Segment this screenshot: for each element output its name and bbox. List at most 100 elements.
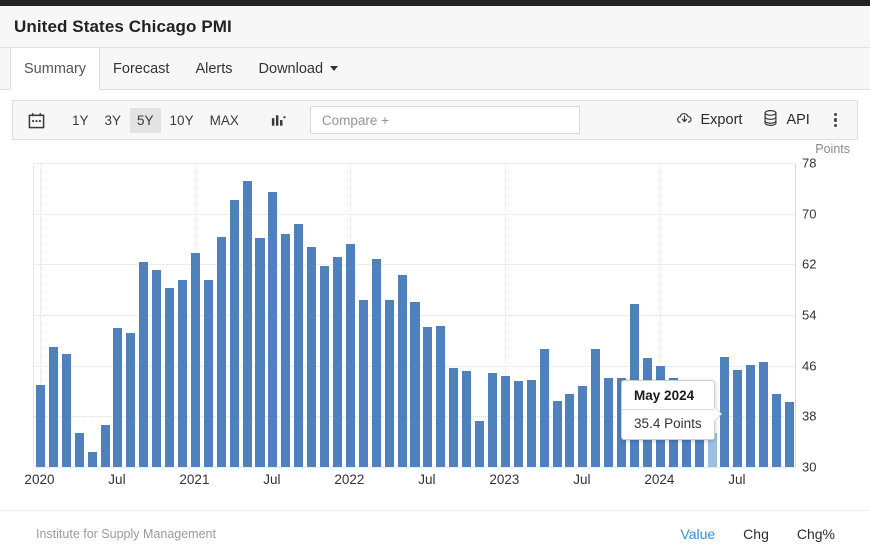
chart-bar[interactable] xyxy=(74,432,84,467)
tab-alerts[interactable]: Alerts xyxy=(182,48,245,89)
chart-bar[interactable] xyxy=(410,302,420,467)
chart-bar[interactable] xyxy=(242,180,252,467)
x-axis-tick-label: Jul xyxy=(728,472,746,487)
tab-forecast[interactable]: Forecast xyxy=(100,48,182,89)
chart-bar[interactable] xyxy=(720,356,730,467)
kebab-dot xyxy=(833,118,837,122)
chart-bar[interactable] xyxy=(216,237,226,467)
x-axis-tick-label: 2024 xyxy=(644,472,675,487)
chart-bar[interactable] xyxy=(785,402,795,467)
compare-input[interactable]: Compare + xyxy=(309,106,580,134)
chart-bar[interactable] xyxy=(320,265,330,467)
chart-bar[interactable] xyxy=(307,247,317,467)
y-axis-tick-label: 54 xyxy=(802,307,817,323)
range-button-3y[interactable]: 3Y xyxy=(98,108,129,133)
chart-bar[interactable] xyxy=(371,258,381,467)
chart-bar[interactable] xyxy=(100,425,110,467)
chart-bar[interactable] xyxy=(126,332,136,467)
export-label: Export xyxy=(700,112,743,128)
chart-bar[interactable] xyxy=(332,257,343,467)
x-axis-tick-label: Jul xyxy=(263,472,281,487)
chart-bar[interactable] xyxy=(48,346,58,467)
tab-summary[interactable]: Summary xyxy=(10,48,101,90)
chart-bar[interactable] xyxy=(281,233,291,467)
export-button[interactable]: Export xyxy=(665,105,753,136)
range-button-1y[interactable]: 1Y xyxy=(65,108,96,133)
chart-bar[interactable] xyxy=(513,380,523,467)
chart-bar[interactable] xyxy=(294,223,304,467)
chart-bar[interactable] xyxy=(61,354,71,467)
tab-label: Download xyxy=(258,60,324,77)
chart-bar[interactable] xyxy=(733,370,743,467)
range-button-5y[interactable]: 5Y xyxy=(130,107,161,133)
y-axis-tick-label: 38 xyxy=(802,408,817,424)
chart-bar[interactable] xyxy=(746,365,756,467)
chart-bar[interactable] xyxy=(462,370,472,467)
chart-bar[interactable] xyxy=(255,238,265,467)
kebab-dot xyxy=(833,124,837,128)
chart-bar[interactable] xyxy=(35,385,45,467)
chart-tooltip: May 2024 35.4 Points xyxy=(621,380,721,440)
cloud-download-icon xyxy=(675,109,694,132)
chart-bar[interactable] xyxy=(526,379,536,467)
chart-bar[interactable] xyxy=(436,326,446,467)
chart-bar[interactable] xyxy=(139,261,149,467)
chart-bar[interactable] xyxy=(487,372,497,467)
chart-bar[interactable] xyxy=(500,376,510,467)
chart-unit-label: Points xyxy=(815,142,850,156)
chart-bar[interactable] xyxy=(229,200,239,467)
kebab-dot xyxy=(833,112,837,116)
calendar-icon[interactable] xyxy=(21,106,51,134)
y-axis-tick-label: 62 xyxy=(802,256,817,272)
range-button-max[interactable]: MAX xyxy=(203,108,246,133)
chart-bar[interactable] xyxy=(87,452,97,467)
chart-bar[interactable] xyxy=(759,361,769,467)
chart-bar[interactable] xyxy=(591,348,601,467)
chart-bar[interactable] xyxy=(178,280,188,467)
chart-bar[interactable] xyxy=(423,327,433,467)
tab-label: Forecast xyxy=(113,60,170,77)
chart-bar[interactable] xyxy=(113,328,123,467)
chart-container: Points 78 70 62 54 46 38 30 2020 Jul 2021 Jul 2022… xyxy=(12,140,858,500)
chart-bar[interactable] xyxy=(539,349,549,467)
chart-bar[interactable] xyxy=(578,385,588,467)
chart-bar[interactable] xyxy=(358,300,368,467)
chart-bar[interactable] xyxy=(384,299,394,467)
title-bar: United States Chicago PMI xyxy=(0,6,870,48)
chart-bar[interactable] xyxy=(552,401,562,467)
chart-bar[interactable] xyxy=(203,280,213,467)
chevron-down-icon xyxy=(330,66,339,71)
y-axis-tick-label: 70 xyxy=(802,206,817,222)
tab-bar: Summary Forecast Alerts Download xyxy=(0,48,870,90)
chart-bar[interactable] xyxy=(190,252,200,467)
chart-bar[interactable] xyxy=(165,288,175,467)
tooltip-arrow xyxy=(713,407,721,421)
tooltip-divider xyxy=(622,409,714,410)
tab-download[interactable]: Download xyxy=(246,48,352,89)
footer-tab-value[interactable]: Value xyxy=(669,521,726,547)
chart-toolbar: 1Y 3Y 5Y 10Y MAX Compare + Export API xyxy=(12,100,858,140)
chart-bar[interactable] xyxy=(565,394,575,467)
x-axis-tick-label: Jul xyxy=(573,472,591,487)
tab-label: Summary xyxy=(24,60,87,77)
database-icon xyxy=(762,109,779,131)
api-button[interactable]: API xyxy=(752,105,819,135)
x-axis-tick-label: Jul xyxy=(418,472,436,487)
x-axis-tick-label: 2022 xyxy=(334,472,365,487)
chart-bar[interactable] xyxy=(475,421,485,467)
footer-tab-chg[interactable]: Chg xyxy=(732,521,780,547)
chart-bar[interactable] xyxy=(772,393,782,467)
chart-bar[interactable] xyxy=(345,244,355,467)
kebab-menu-icon[interactable] xyxy=(820,107,849,134)
footer-tab-chg-pct[interactable]: Chg% xyxy=(786,521,846,547)
chart-bar[interactable] xyxy=(152,270,162,467)
chart-bar[interactable] xyxy=(397,275,407,467)
tooltip-date: May 2024 xyxy=(634,388,695,403)
chart-bar[interactable] xyxy=(604,378,614,467)
range-button-10y[interactable]: 10Y xyxy=(163,108,201,133)
bar-chart-icon[interactable] xyxy=(264,106,294,134)
chart-bar[interactable] xyxy=(449,367,459,467)
x-axis-tick-label: Jul xyxy=(108,472,126,487)
x-axis-tick-label: 2021 xyxy=(179,472,210,487)
chart-bar[interactable] xyxy=(268,192,278,467)
